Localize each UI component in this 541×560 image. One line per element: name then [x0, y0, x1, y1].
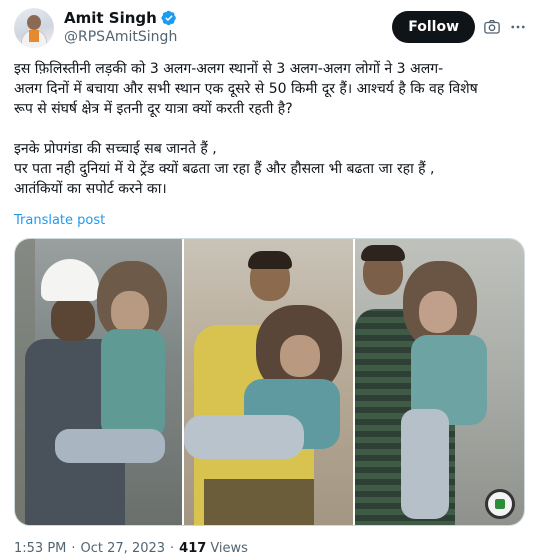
- separator: ·: [170, 541, 175, 556]
- tweet-meta: 1:53 PM · Oct 27, 2023 · 417 Views: [14, 541, 248, 556]
- follow-button[interactable]: Follow: [392, 11, 475, 43]
- photo-shape: [101, 329, 165, 439]
- tweet-line: पर पता नही दुनियां में ये ट्रेंड क्यों ब…: [14, 161, 435, 177]
- name-row: Amit Singh: [64, 9, 177, 27]
- tweet-line: आतंकियों का सपोर्ट करने का।: [14, 181, 167, 197]
- tweet-line: इनके प्रोपगंडा की सच्चाई सब जानते हैं ,: [14, 141, 217, 157]
- photo-shape: [360, 245, 405, 261]
- photo-shape: [418, 291, 457, 333]
- author-handle[interactable]: @RPSAmitSingh: [64, 29, 177, 45]
- photo-middle: [184, 239, 353, 525]
- white-helmets-logo-icon: [484, 489, 515, 519]
- avatar-head: [27, 15, 41, 30]
- grok-camera-icon[interactable]: [483, 18, 501, 36]
- photo-right: [354, 239, 524, 525]
- avatar-scarf: [29, 30, 39, 42]
- more-options-icon[interactable]: [509, 18, 527, 36]
- verified-badge-icon: [161, 10, 176, 26]
- views-label: Views: [210, 541, 248, 556]
- display-name[interactable]: Amit Singh: [64, 9, 157, 27]
- tweet-text: इस फ़िलिस्तीनी लड़की को 3 अलग-अलग स्थानो…: [14, 59, 526, 199]
- tweet-line: अलग दिनों में बचाया और सभी स्थान एक दूसर…: [14, 81, 478, 97]
- author-names: Amit Singh @RPSAmitSingh: [64, 9, 177, 45]
- tweet-header: Amit Singh @RPSAmitSingh Follow: [14, 8, 527, 48]
- post-time[interactable]: 1:53 PM: [14, 541, 66, 556]
- avatar[interactable]: [14, 8, 54, 48]
- post-date[interactable]: Oct 27, 2023: [81, 541, 166, 556]
- photo-shape: [41, 259, 99, 301]
- photo-shape: [248, 251, 293, 269]
- tweet-line: रूप से संघर्ष क्षेत्र में इतनी दूर यात्र…: [14, 101, 293, 117]
- photo-left: [15, 239, 183, 525]
- photo-shape: [111, 291, 149, 333]
- views-count: 417: [179, 541, 207, 556]
- separator: ·: [71, 541, 76, 556]
- photo-shape: [280, 335, 321, 377]
- photo-shape: [204, 479, 315, 525]
- media-image[interactable]: [14, 238, 525, 526]
- tweet-line: इस फ़िलिस्तीनी लड़की को 3 अलग-अलग स्थानो…: [14, 61, 444, 77]
- translate-post-link[interactable]: Translate post: [14, 213, 105, 228]
- photo-shape: [184, 415, 305, 459]
- photo-shape: [55, 429, 165, 463]
- photo-shape: [400, 409, 449, 519]
- photo-shape: [51, 297, 95, 341]
